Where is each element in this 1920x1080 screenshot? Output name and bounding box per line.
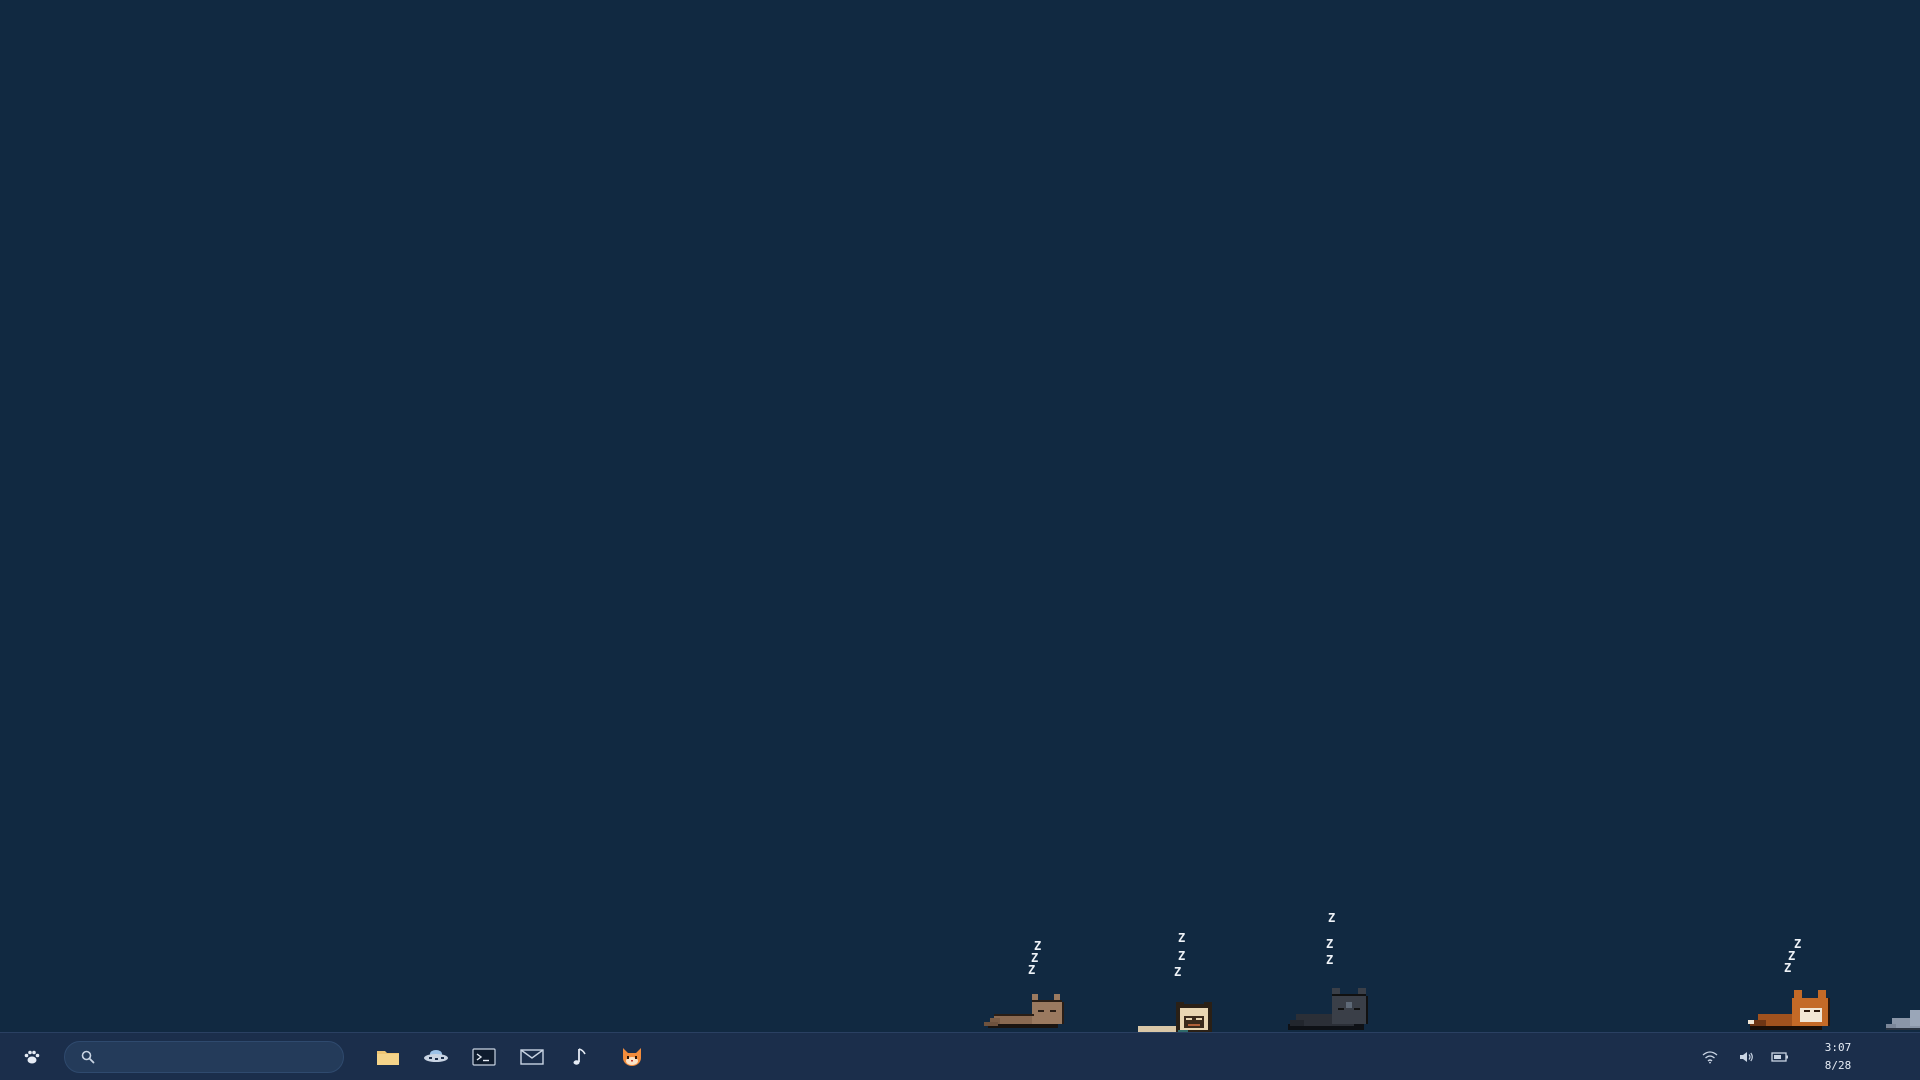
zzz-text: Z Z Z bbox=[1174, 931, 1186, 979]
ufo-icon bbox=[424, 1050, 448, 1062]
pets-app-button[interactable] bbox=[616, 1041, 648, 1073]
clock-date: 8/28 bbox=[1824, 1059, 1852, 1072]
clock-time: 3:07 bbox=[1824, 1041, 1852, 1054]
search-bar[interactable] bbox=[64, 1041, 344, 1073]
brown-cat-sprite bbox=[984, 994, 1064, 1028]
zzz-text: Z Z Z bbox=[1028, 939, 1042, 977]
search-icon bbox=[81, 1050, 95, 1064]
search-input[interactable] bbox=[103, 1048, 329, 1066]
desktop: Z Z Z Z Z Z Z Z Z Z Z Z bbox=[0, 0, 1920, 1032]
browser-app-button[interactable] bbox=[420, 1041, 452, 1073]
volume-tray-button[interactable] bbox=[1736, 1047, 1756, 1067]
battery-icon bbox=[1771, 1052, 1788, 1062]
orange-fox-cat-pet[interactable]: Z Z Z bbox=[1746, 912, 1846, 1032]
music-note-icon bbox=[573, 1048, 586, 1065]
pug-sprite bbox=[1138, 1002, 1212, 1032]
network-tray-button[interactable] bbox=[1700, 1047, 1720, 1067]
files-app-button[interactable] bbox=[372, 1041, 404, 1073]
mail-icon bbox=[520, 1049, 544, 1065]
mail-app-button[interactable] bbox=[516, 1041, 548, 1073]
wifi-icon bbox=[1702, 1051, 1718, 1064]
folder-icon bbox=[377, 1051, 399, 1065]
start-button[interactable] bbox=[16, 1041, 48, 1073]
grey-cat-pet[interactable] bbox=[1884, 912, 1920, 1032]
battery-tray-button[interactable] bbox=[1770, 1047, 1790, 1067]
zzz-text: Z Z Z bbox=[1784, 937, 1802, 975]
black-cat-sprite bbox=[1288, 988, 1368, 1030]
orange-fox-cat-sprite bbox=[1748, 990, 1830, 1030]
music-app-button[interactable] bbox=[564, 1041, 596, 1073]
black-cat-pet[interactable]: Z Z Z bbox=[1284, 912, 1384, 1032]
cat-face-icon bbox=[623, 1048, 641, 1066]
pug-pet[interactable]: Z Z Z bbox=[1128, 920, 1228, 1032]
terminal-icon bbox=[472, 1048, 496, 1066]
speaker-icon bbox=[1740, 1052, 1753, 1062]
zzz-text: Z Z Z bbox=[1326, 911, 1336, 967]
grey-cat-sprite bbox=[1886, 1010, 1920, 1030]
brown-cat-pet[interactable]: Z Z Z bbox=[980, 912, 1080, 1032]
system-clock[interactable]: 3:07 8/28 bbox=[1812, 1039, 1864, 1075]
terminal-app-button[interactable] bbox=[468, 1041, 500, 1073]
paw-icon bbox=[24, 1050, 40, 1064]
taskbar: 3:07 8/28 bbox=[0, 1032, 1920, 1080]
